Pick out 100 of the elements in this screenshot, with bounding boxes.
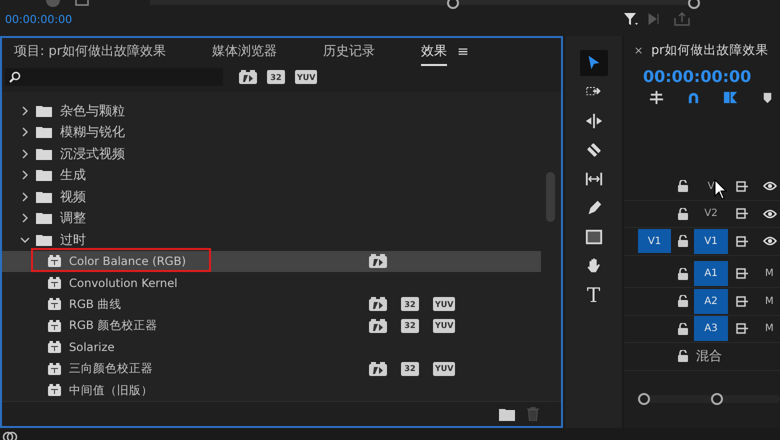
eye-icon[interactable] <box>763 236 777 246</box>
mouse-cursor-icon <box>714 179 728 201</box>
effect-label[interactable]: RGB 曲线 <box>69 296 122 312</box>
new-folder-icon[interactable] <box>499 408 515 420</box>
lock-icon[interactable] <box>678 295 688 308</box>
accelerated-icon <box>239 70 257 84</box>
close-icon[interactable]: × <box>634 44 644 57</box>
effect-label[interactable]: Convolution Kernel <box>69 276 178 290</box>
lock-icon[interactable] <box>678 268 688 280</box>
type-tool-icon[interactable]: T <box>586 285 600 305</box>
linked-selection-icon[interactable] <box>723 90 738 105</box>
source-patch[interactable]: V1 <box>638 229 671 254</box>
track-target[interactable]: A1 <box>694 261 728 286</box>
badge-label: YUV <box>433 297 456 312</box>
folder-icon <box>36 234 52 246</box>
badge-label: 32 <box>401 318 419 333</box>
folder-label[interactable]: 模糊与锐化 <box>60 123 125 142</box>
sync-icon[interactable] <box>736 296 749 307</box>
folder-icon <box>36 148 52 160</box>
timecode[interactable]: 00:00:00:00 <box>624 59 780 86</box>
track-target[interactable]: A3 <box>694 316 728 342</box>
badge-label: 32 <box>267 70 285 84</box>
insert-icon[interactable] <box>649 90 664 105</box>
pen-icon[interactable] <box>588 200 601 214</box>
eye-icon[interactable] <box>763 181 777 192</box>
track-label: 混合 <box>696 348 722 366</box>
accelerated-icon <box>369 362 387 376</box>
razor-icon[interactable] <box>586 143 600 157</box>
menu-icon[interactable]: ≡ <box>457 44 469 60</box>
lock-icon[interactable] <box>678 180 688 192</box>
accelerated-icon <box>369 297 387 312</box>
effect-icon <box>48 255 61 268</box>
chevron-right-icon[interactable] <box>20 213 30 224</box>
zoom-scrollbar[interactable] <box>638 395 780 403</box>
folder-label[interactable]: 视频 <box>60 188 86 206</box>
accelerated-icon <box>369 318 387 333</box>
folder-icon <box>36 212 52 224</box>
folder-icon <box>36 126 52 138</box>
effect-label[interactable]: Color Balance (RGB) <box>69 254 186 268</box>
accelerated-icon <box>369 254 387 268</box>
track-target[interactable]: V2 <box>694 201 728 226</box>
track-target[interactable]: A2 <box>694 288 728 314</box>
slip-icon[interactable] <box>585 172 602 186</box>
folder-label[interactable]: 调整 <box>60 209 86 228</box>
scrollbar[interactable] <box>546 172 555 222</box>
search-field[interactable] <box>5 68 223 86</box>
selected-effect-row[interactable]: Color Balance (RGB) <box>2 250 541 272</box>
track-select-icon[interactable] <box>586 87 600 96</box>
ripple-edit-icon[interactable] <box>585 114 602 128</box>
lock-icon[interactable] <box>678 350 688 362</box>
sync-icon[interactable] <box>736 236 749 247</box>
effect-label[interactable]: Solarize <box>69 340 115 354</box>
timecode[interactable]: 00:00:00:00 <box>5 13 72 26</box>
chevron-right-icon[interactable] <box>20 148 30 159</box>
hand-icon[interactable] <box>587 258 600 272</box>
badge-label: YUV <box>433 318 456 333</box>
effect-icon <box>48 320 61 332</box>
folder-label[interactable]: 杂色与颗粒 <box>60 102 125 120</box>
sync-icon[interactable] <box>736 323 749 334</box>
mute-toggle[interactable]: M <box>765 296 774 307</box>
chevron-down-icon[interactable] <box>20 234 30 245</box>
folder-label[interactable]: 过时 <box>60 230 86 249</box>
filter-icon[interactable] <box>624 12 638 26</box>
lock-icon[interactable] <box>678 322 688 335</box>
cloud-icon[interactable] <box>2 430 18 440</box>
panel-tab[interactable]: 效果 <box>421 38 448 66</box>
badge-label: 32 <box>401 362 419 376</box>
chevron-right-icon[interactable] <box>20 192 30 202</box>
panel-tab[interactable]: 项目: pr如何做出故障效果 <box>14 38 166 66</box>
chevron-right-icon[interactable] <box>20 106 30 116</box>
effect-label[interactable]: 三向颜色校正器 <box>69 361 153 376</box>
folder-label[interactable]: 沉浸式视频 <box>60 144 125 163</box>
lock-icon[interactable] <box>678 235 688 248</box>
effect-label[interactable]: 中间值（旧版） <box>69 382 153 398</box>
sequence-tab[interactable]: pr如何做出故障效果 <box>651 42 768 59</box>
arrow-icon[interactable] <box>588 56 599 70</box>
mute-toggle[interactable]: M <box>765 323 774 334</box>
folder-label[interactable]: 生成 <box>60 166 86 184</box>
sync-icon[interactable] <box>736 208 749 220</box>
chevron-right-icon[interactable] <box>20 170 30 180</box>
folder-icon <box>36 104 52 117</box>
sync-icon[interactable] <box>736 268 749 280</box>
search-icon <box>9 71 21 83</box>
folder-icon <box>36 190 52 203</box>
chevron-right-icon[interactable] <box>20 127 30 138</box>
folder-icon <box>36 169 52 182</box>
lock-icon[interactable] <box>678 208 688 220</box>
rectangle-icon[interactable] <box>585 230 602 244</box>
magnet-icon[interactable] <box>686 90 701 105</box>
panel-tab[interactable]: 媒体浏览器 <box>212 38 278 66</box>
sync-icon[interactable] <box>736 180 749 192</box>
track-target[interactable]: V1 <box>694 228 728 254</box>
panel-tab[interactable]: 历史记录 <box>323 38 376 66</box>
mute-toggle[interactable]: M <box>765 268 774 280</box>
effect-icon <box>48 384 61 396</box>
effect-icon <box>48 341 61 354</box>
effect-label[interactable]: RGB 颜色校正器 <box>69 318 158 334</box>
effect-icon <box>48 362 61 375</box>
badge-label: YUV <box>433 362 456 376</box>
eye-icon[interactable] <box>763 208 777 219</box>
